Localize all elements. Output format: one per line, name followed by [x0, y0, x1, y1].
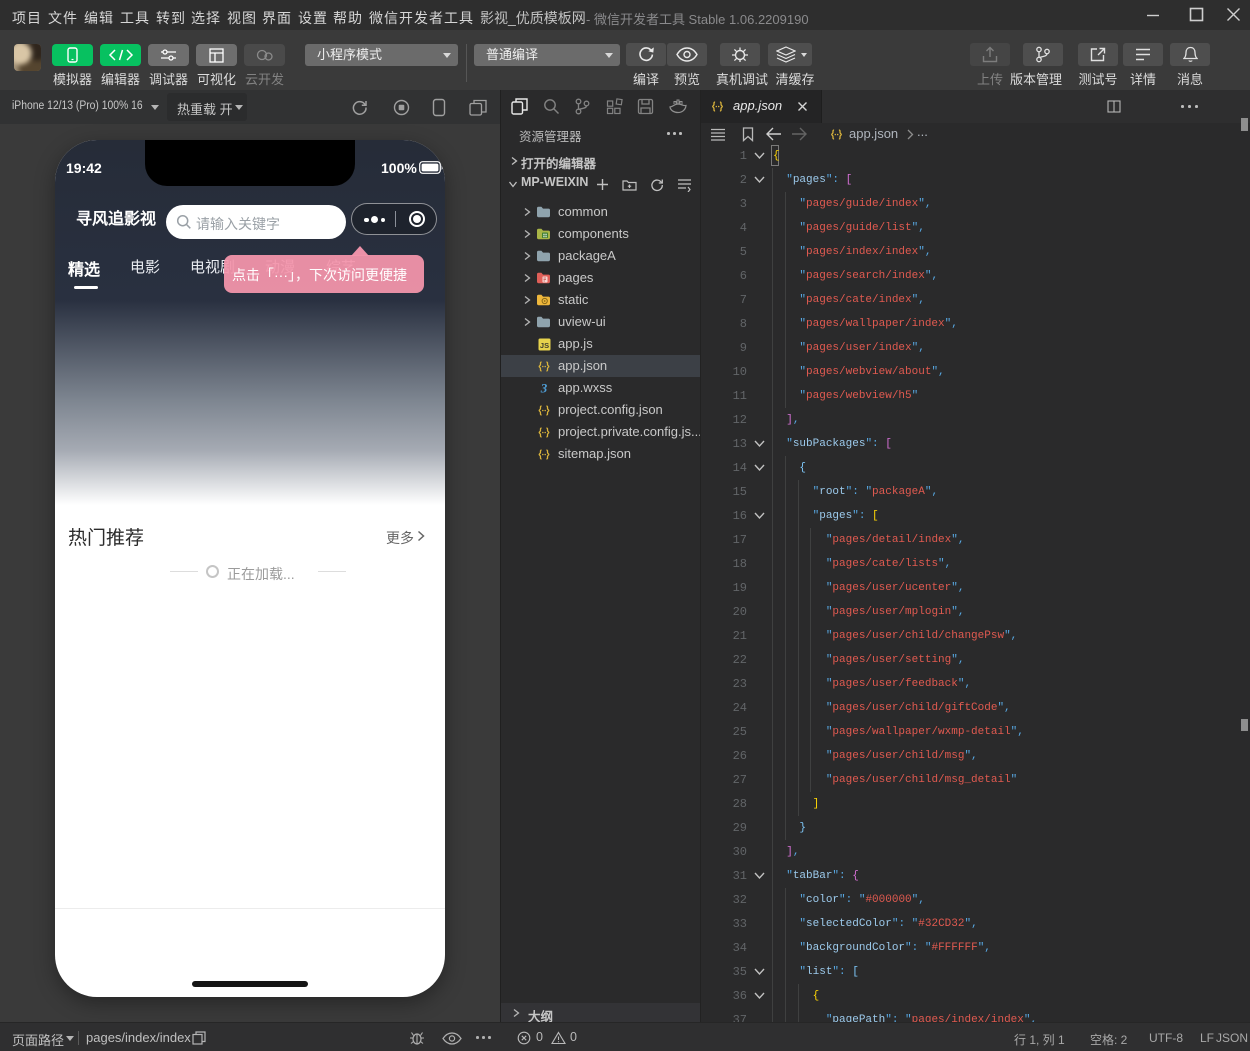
svg-text:JS: JS	[540, 341, 549, 350]
svg-text:3: 3	[540, 381, 548, 396]
